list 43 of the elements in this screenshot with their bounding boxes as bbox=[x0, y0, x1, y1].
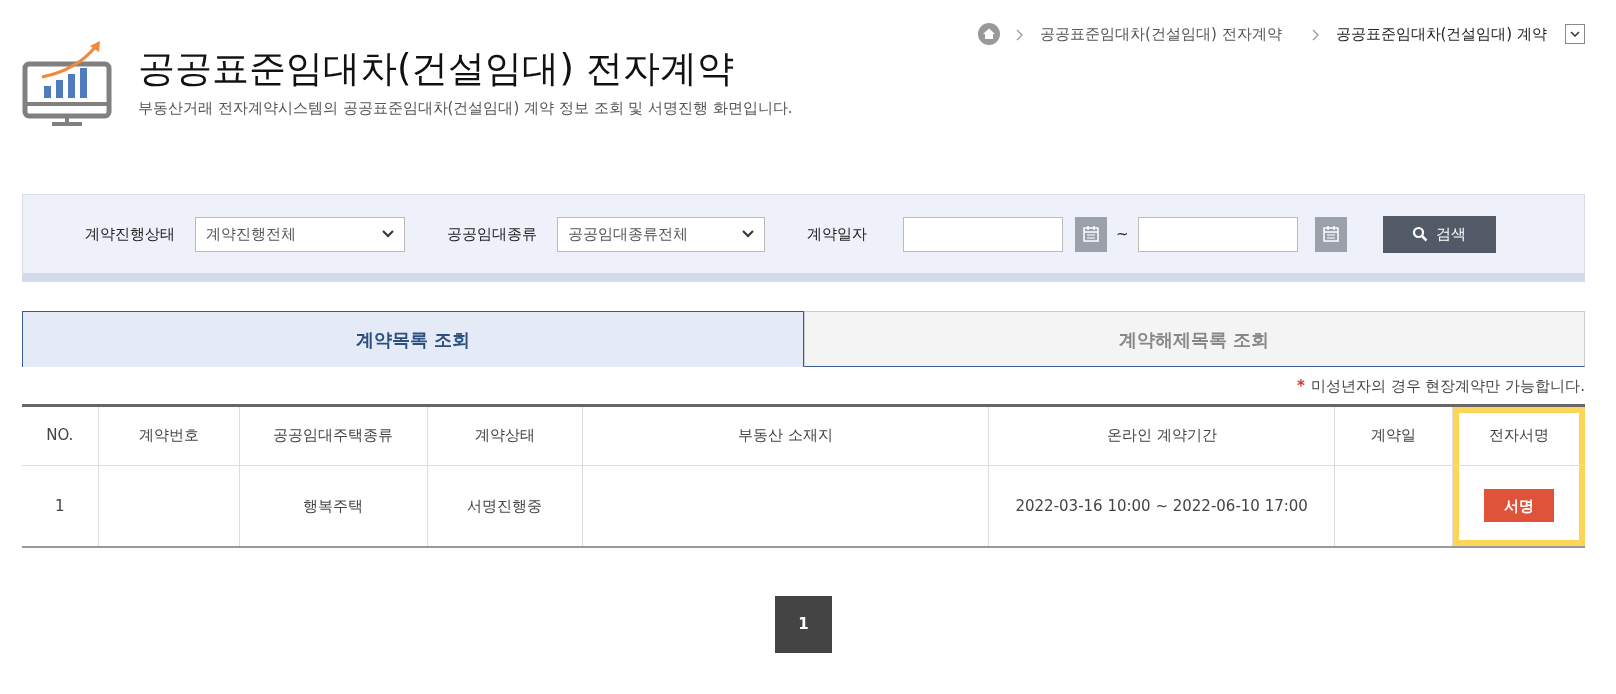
column-header: 계약상태 bbox=[427, 405, 583, 465]
field-label: 계약일자 bbox=[807, 223, 867, 245]
page-title: 공공표준임대차(건설임대) 전자계약 bbox=[138, 46, 735, 91]
chevron-right-icon bbox=[1311, 28, 1320, 41]
column-header: 계약일 bbox=[1334, 405, 1453, 465]
page-description: 부동산거래 전자계약시스템의 공공표준임대차(건설임대) 계약 정보 조회 및 서명진행 화면입니다. bbox=[138, 97, 793, 119]
calendar-button[interactable] bbox=[1314, 216, 1347, 252]
date-input[interactable] bbox=[1137, 216, 1298, 252]
notice-text: 미성년자의 경우 현장계약만 가능합니다. bbox=[1310, 377, 1585, 395]
breadcrumb-link[interactable]: 공공표준임대차(건설임대) 계약 bbox=[1335, 22, 1547, 46]
search-button[interactable]: 검색 bbox=[1382, 215, 1496, 253]
sign-button[interactable]: 서명 bbox=[1484, 489, 1555, 523]
select-field[interactable]: 계약진행전체 bbox=[195, 216, 405, 252]
date-input[interactable] bbox=[903, 216, 1063, 252]
table-cell: 행복주택 bbox=[239, 465, 428, 547]
caret-icon bbox=[382, 230, 394, 238]
table-cell: 서명진행중 bbox=[427, 465, 583, 547]
column-header: NO. bbox=[22, 405, 99, 465]
column-header: 계약번호 bbox=[98, 405, 240, 465]
column-header: 전자서명 bbox=[1452, 405, 1585, 465]
range-separator: ~ bbox=[1116, 223, 1129, 245]
tab[interactable]: 계약목록 조회 bbox=[22, 311, 804, 367]
monitor-chart-icon bbox=[22, 40, 112, 126]
calendar-icon bbox=[1321, 225, 1340, 243]
calendar-button[interactable] bbox=[1075, 216, 1107, 252]
field-label: 계약진행상태 bbox=[85, 223, 175, 245]
table-cell: 2022-03-16 10:00 ~ 2022-06-10 17:00 bbox=[988, 465, 1335, 547]
select-field[interactable]: 공공임대종류전체 bbox=[557, 216, 765, 252]
page-button[interactable]: 1 bbox=[775, 596, 832, 653]
dropdown-toggle-button[interactable] bbox=[1565, 24, 1585, 44]
table-cell: 1 bbox=[22, 465, 99, 547]
calendar-icon bbox=[1082, 225, 1100, 243]
home-icon[interactable] bbox=[978, 23, 1001, 45]
required-mark: * bbox=[1297, 377, 1305, 395]
column-header: 부동산 소재지 bbox=[582, 405, 989, 465]
column-header: 공공임대주택종류 bbox=[239, 405, 428, 465]
column-header: 온라인 계약기간 bbox=[988, 405, 1335, 465]
breadcrumb-link[interactable]: 공공표준임대차(건설임대) 전자계약 bbox=[1040, 22, 1282, 46]
caret-icon bbox=[742, 230, 754, 238]
field-label: 공공임대종류 bbox=[447, 223, 537, 245]
search-icon bbox=[1412, 226, 1429, 242]
chevron-right-icon bbox=[1016, 28, 1025, 41]
caret-icon bbox=[1570, 31, 1580, 37]
